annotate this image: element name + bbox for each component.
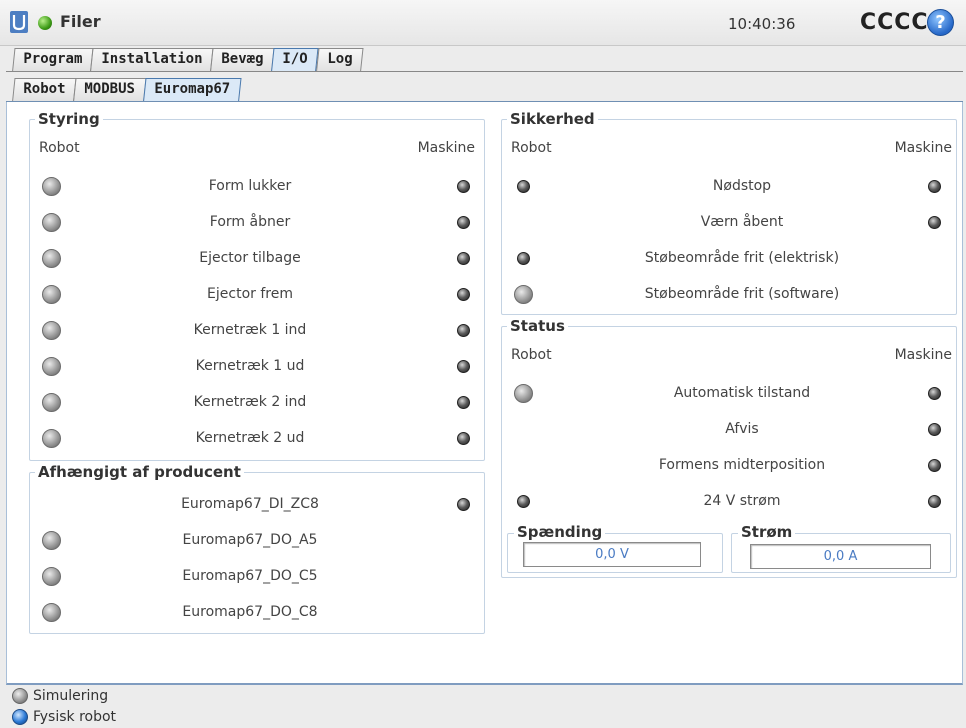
machine-input-led bbox=[457, 252, 470, 265]
machine-input-led bbox=[457, 180, 470, 193]
machine-input-led bbox=[457, 360, 470, 373]
signal-label: Kernetræk 2 ind bbox=[193, 394, 307, 410]
current-title: Strøm bbox=[738, 523, 796, 541]
machine-header: Maskine bbox=[894, 140, 952, 156]
robot-output-led[interactable] bbox=[42, 357, 61, 376]
tab-robot[interactable]: Robot bbox=[12, 78, 77, 102]
tab-program[interactable]: Program bbox=[12, 48, 94, 72]
signal-label: Euromap67_DO_C5 bbox=[182, 568, 318, 584]
robot-output-led[interactable] bbox=[42, 321, 61, 340]
robot-output-led[interactable] bbox=[514, 384, 533, 403]
group-title: Styring bbox=[35, 110, 103, 128]
signal-label: Euromap67_DO_A5 bbox=[182, 532, 318, 548]
styring-group: Styring Robot Maskine Form lukker Form å… bbox=[29, 110, 485, 461]
status-group: Status Robot Maskine Automatisk tilstand… bbox=[501, 317, 957, 578]
robot-output-led[interactable] bbox=[42, 285, 61, 304]
divider bbox=[6, 71, 963, 72]
physical-robot-label[interactable]: Fysisk robot bbox=[33, 709, 116, 725]
tab-modbus[interactable]: MODBUS bbox=[73, 78, 147, 102]
simulation-label[interactable]: Simulering bbox=[33, 688, 108, 704]
clock: 10:40:36 bbox=[728, 15, 796, 33]
signal-label: Formens midterposition bbox=[658, 457, 826, 473]
signal-label: Ejector frem bbox=[207, 286, 293, 302]
machine-input-led bbox=[928, 495, 941, 508]
robot-input-led bbox=[517, 252, 530, 265]
machine-input-led bbox=[928, 387, 941, 400]
sub-tabs: Robot MODBUS Euromap67 bbox=[12, 78, 242, 102]
machine-input-led bbox=[457, 288, 470, 301]
robot-output-led[interactable] bbox=[42, 531, 61, 550]
sikkerhed-group: Sikkerhed Robot Maskine Nødstop Værn åbe… bbox=[501, 110, 957, 315]
group-title: Sikkerhed bbox=[507, 110, 598, 128]
euromap67-panel: Styring Robot Maskine Form lukker Form å… bbox=[6, 102, 963, 685]
voltage-group: Spænding 0,0 V bbox=[507, 523, 723, 573]
ur-logo-icon bbox=[10, 11, 28, 33]
tab-euromap67[interactable]: Euromap67 bbox=[142, 78, 242, 102]
signal-label: Kernetræk 1 ind bbox=[193, 322, 307, 338]
group-title: Afhængigt af producent bbox=[35, 463, 244, 481]
robot-output-led[interactable] bbox=[42, 429, 61, 448]
tab-move[interactable]: Bevæg bbox=[210, 48, 275, 72]
tab-log[interactable]: Log bbox=[315, 48, 364, 72]
robot-output-led[interactable] bbox=[42, 567, 61, 586]
signal-label: Form åbner bbox=[209, 214, 291, 230]
voltage-title: Spænding bbox=[514, 523, 606, 541]
current-value: 0,0 A bbox=[750, 544, 931, 569]
robot-output-led[interactable] bbox=[42, 213, 61, 232]
robot-output-led[interactable] bbox=[42, 249, 61, 268]
signal-label: Ejector tilbage bbox=[199, 250, 301, 266]
signal-label: Automatisk tilstand bbox=[673, 385, 811, 401]
simulation-radio-icon[interactable] bbox=[12, 688, 28, 704]
tab-installation[interactable]: Installation bbox=[90, 48, 214, 72]
machine-header: Maskine bbox=[417, 140, 475, 156]
file-menu[interactable]: Filer bbox=[60, 12, 101, 31]
help-icon[interactable]: ? bbox=[927, 9, 954, 36]
robot-name: CCCC bbox=[860, 10, 929, 35]
signal-label: Værn åbent bbox=[700, 214, 784, 230]
robot-output-led[interactable] bbox=[42, 393, 61, 412]
robot-header: Robot bbox=[39, 140, 80, 156]
machine-input-led bbox=[457, 432, 470, 445]
machine-header: Maskine bbox=[894, 347, 952, 363]
machine-input-led bbox=[928, 216, 941, 229]
signal-label: Støbeområde frit (elektrisk) bbox=[644, 250, 840, 266]
robot-output-led[interactable] bbox=[514, 285, 533, 304]
signal-label: 24 V strøm bbox=[703, 493, 781, 509]
signal-label: Form lukker bbox=[208, 178, 292, 194]
signal-label: Euromap67_DI_ZC8 bbox=[181, 496, 319, 512]
robot-header: Robot bbox=[511, 347, 552, 363]
physical-robot-radio-icon[interactable] bbox=[12, 709, 28, 725]
machine-input-led bbox=[457, 324, 470, 337]
machine-input-led bbox=[928, 459, 941, 472]
robot-status-icon bbox=[38, 16, 52, 30]
robot-header: Robot bbox=[511, 140, 552, 156]
machine-input-led bbox=[928, 180, 941, 193]
signal-label: Støbeområde frit (software) bbox=[644, 286, 840, 302]
signal-label: Afvis bbox=[725, 421, 759, 437]
top-bar: Filer 10:40:36 CCCC ? bbox=[0, 0, 966, 46]
machine-input-led bbox=[457, 498, 470, 511]
robot-output-led[interactable] bbox=[42, 177, 61, 196]
machine-input-led bbox=[457, 396, 470, 409]
signal-label: Euromap67_DO_C8 bbox=[182, 604, 318, 620]
main-tabs: Program Installation Bevæg I/O Log bbox=[12, 48, 364, 72]
group-title: Status bbox=[507, 317, 568, 335]
signal-label: Nødstop bbox=[712, 178, 772, 194]
machine-input-led bbox=[457, 216, 470, 229]
signal-label: Kernetræk 1 ud bbox=[195, 358, 305, 374]
machine-input-led bbox=[928, 423, 941, 436]
afhaengigt-group: Afhængigt af producent Euromap67_DI_ZC8 … bbox=[29, 463, 485, 634]
tab-io[interactable]: I/O bbox=[271, 48, 320, 72]
robot-input-led bbox=[517, 180, 530, 193]
robot-input-led bbox=[517, 495, 530, 508]
voltage-value: 0,0 V bbox=[523, 542, 701, 567]
robot-output-led[interactable] bbox=[42, 603, 61, 622]
signal-label: Kernetræk 2 ud bbox=[195, 430, 305, 446]
current-group: Strøm 0,0 A bbox=[731, 523, 951, 573]
